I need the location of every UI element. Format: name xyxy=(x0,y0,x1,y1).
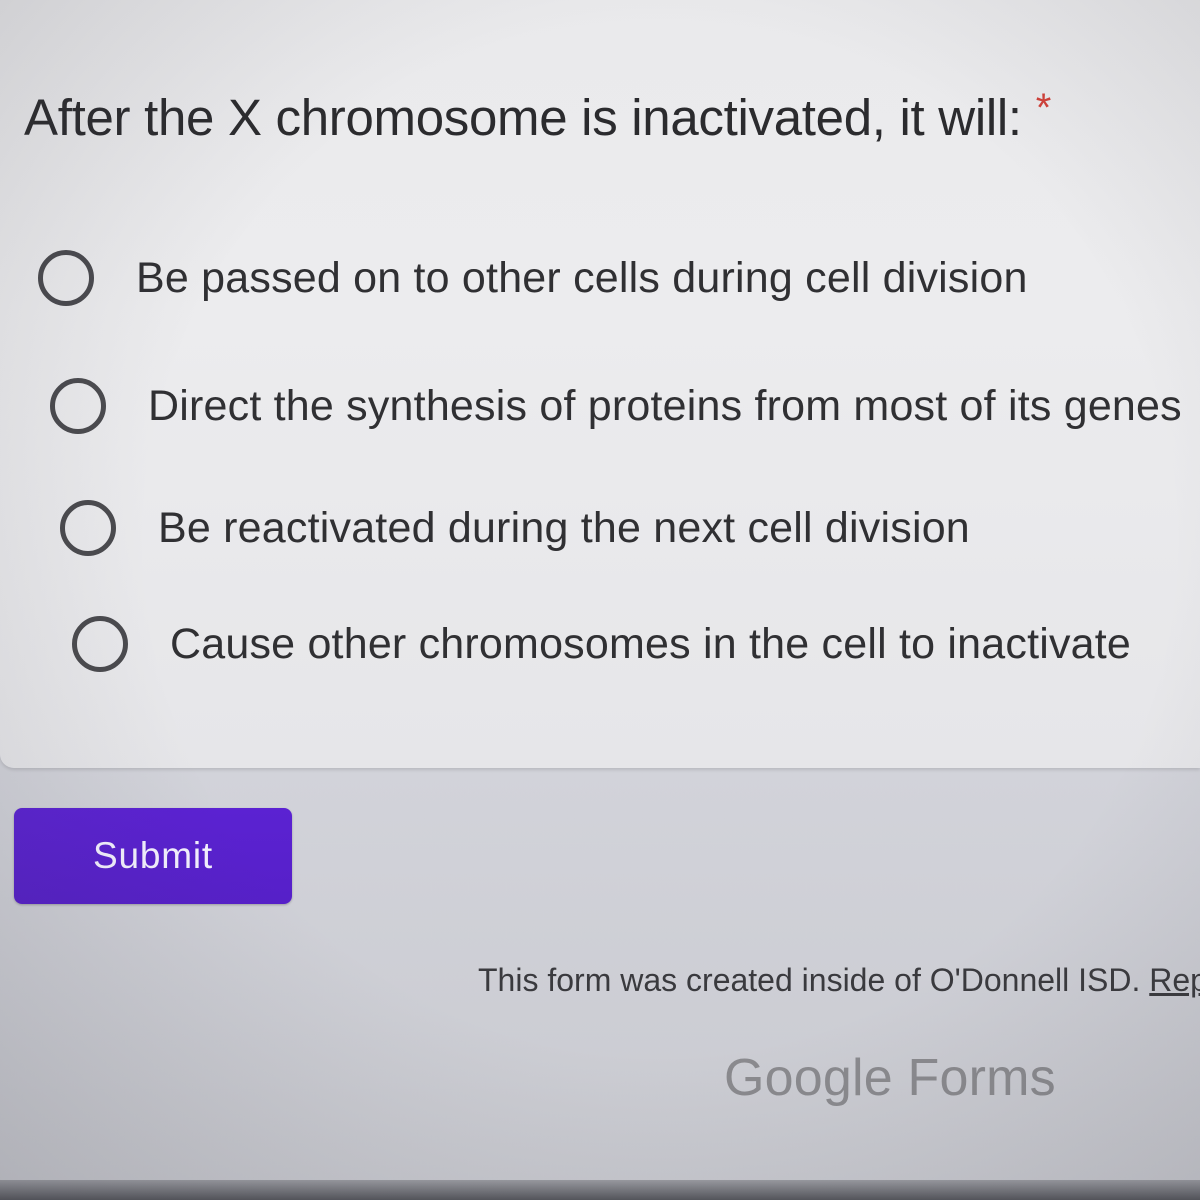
option-label: Direct the synthesis of proteins from mo… xyxy=(148,381,1182,430)
radio-button-icon[interactable] xyxy=(72,616,128,672)
option-label: Be passed on to other cells during cell … xyxy=(136,253,1028,302)
radio-button-icon[interactable] xyxy=(50,378,106,434)
radio-button-icon[interactable] xyxy=(60,500,116,556)
required-asterisk: * xyxy=(1035,86,1052,130)
radio-option-3[interactable]: Be reactivated during the next cell divi… xyxy=(60,500,970,556)
radio-button-icon[interactable] xyxy=(38,250,94,306)
question-card: After the X chromosome is inactivated, i… xyxy=(0,0,1200,768)
screen-bezel-edge xyxy=(0,1180,1200,1200)
google-forms-logo: Google Forms xyxy=(724,1049,1056,1107)
radio-option-2[interactable]: Direct the synthesis of proteins from mo… xyxy=(50,378,1182,434)
question-title: After the X chromosome is inactivated, i… xyxy=(24,86,1051,147)
question-text: After the X chromosome is inactivated, i… xyxy=(24,89,1022,146)
radio-option-1[interactable]: Be passed on to other cells during cell … xyxy=(38,250,1028,306)
option-label: Cause other chromosomes in the cell to i… xyxy=(170,619,1132,668)
footer-created-text: This form was created inside of O'Donnel… xyxy=(478,962,1150,998)
option-label: Be reactivated during the next cell divi… xyxy=(158,503,970,552)
radio-option-4[interactable]: Cause other chromosomes in the cell to i… xyxy=(72,616,1131,672)
submit-button[interactable]: Submit xyxy=(14,808,292,904)
report-abuse-link[interactable]: Rep xyxy=(1149,962,1200,998)
footer-notice: This form was created inside of O'Donnel… xyxy=(478,962,1200,999)
